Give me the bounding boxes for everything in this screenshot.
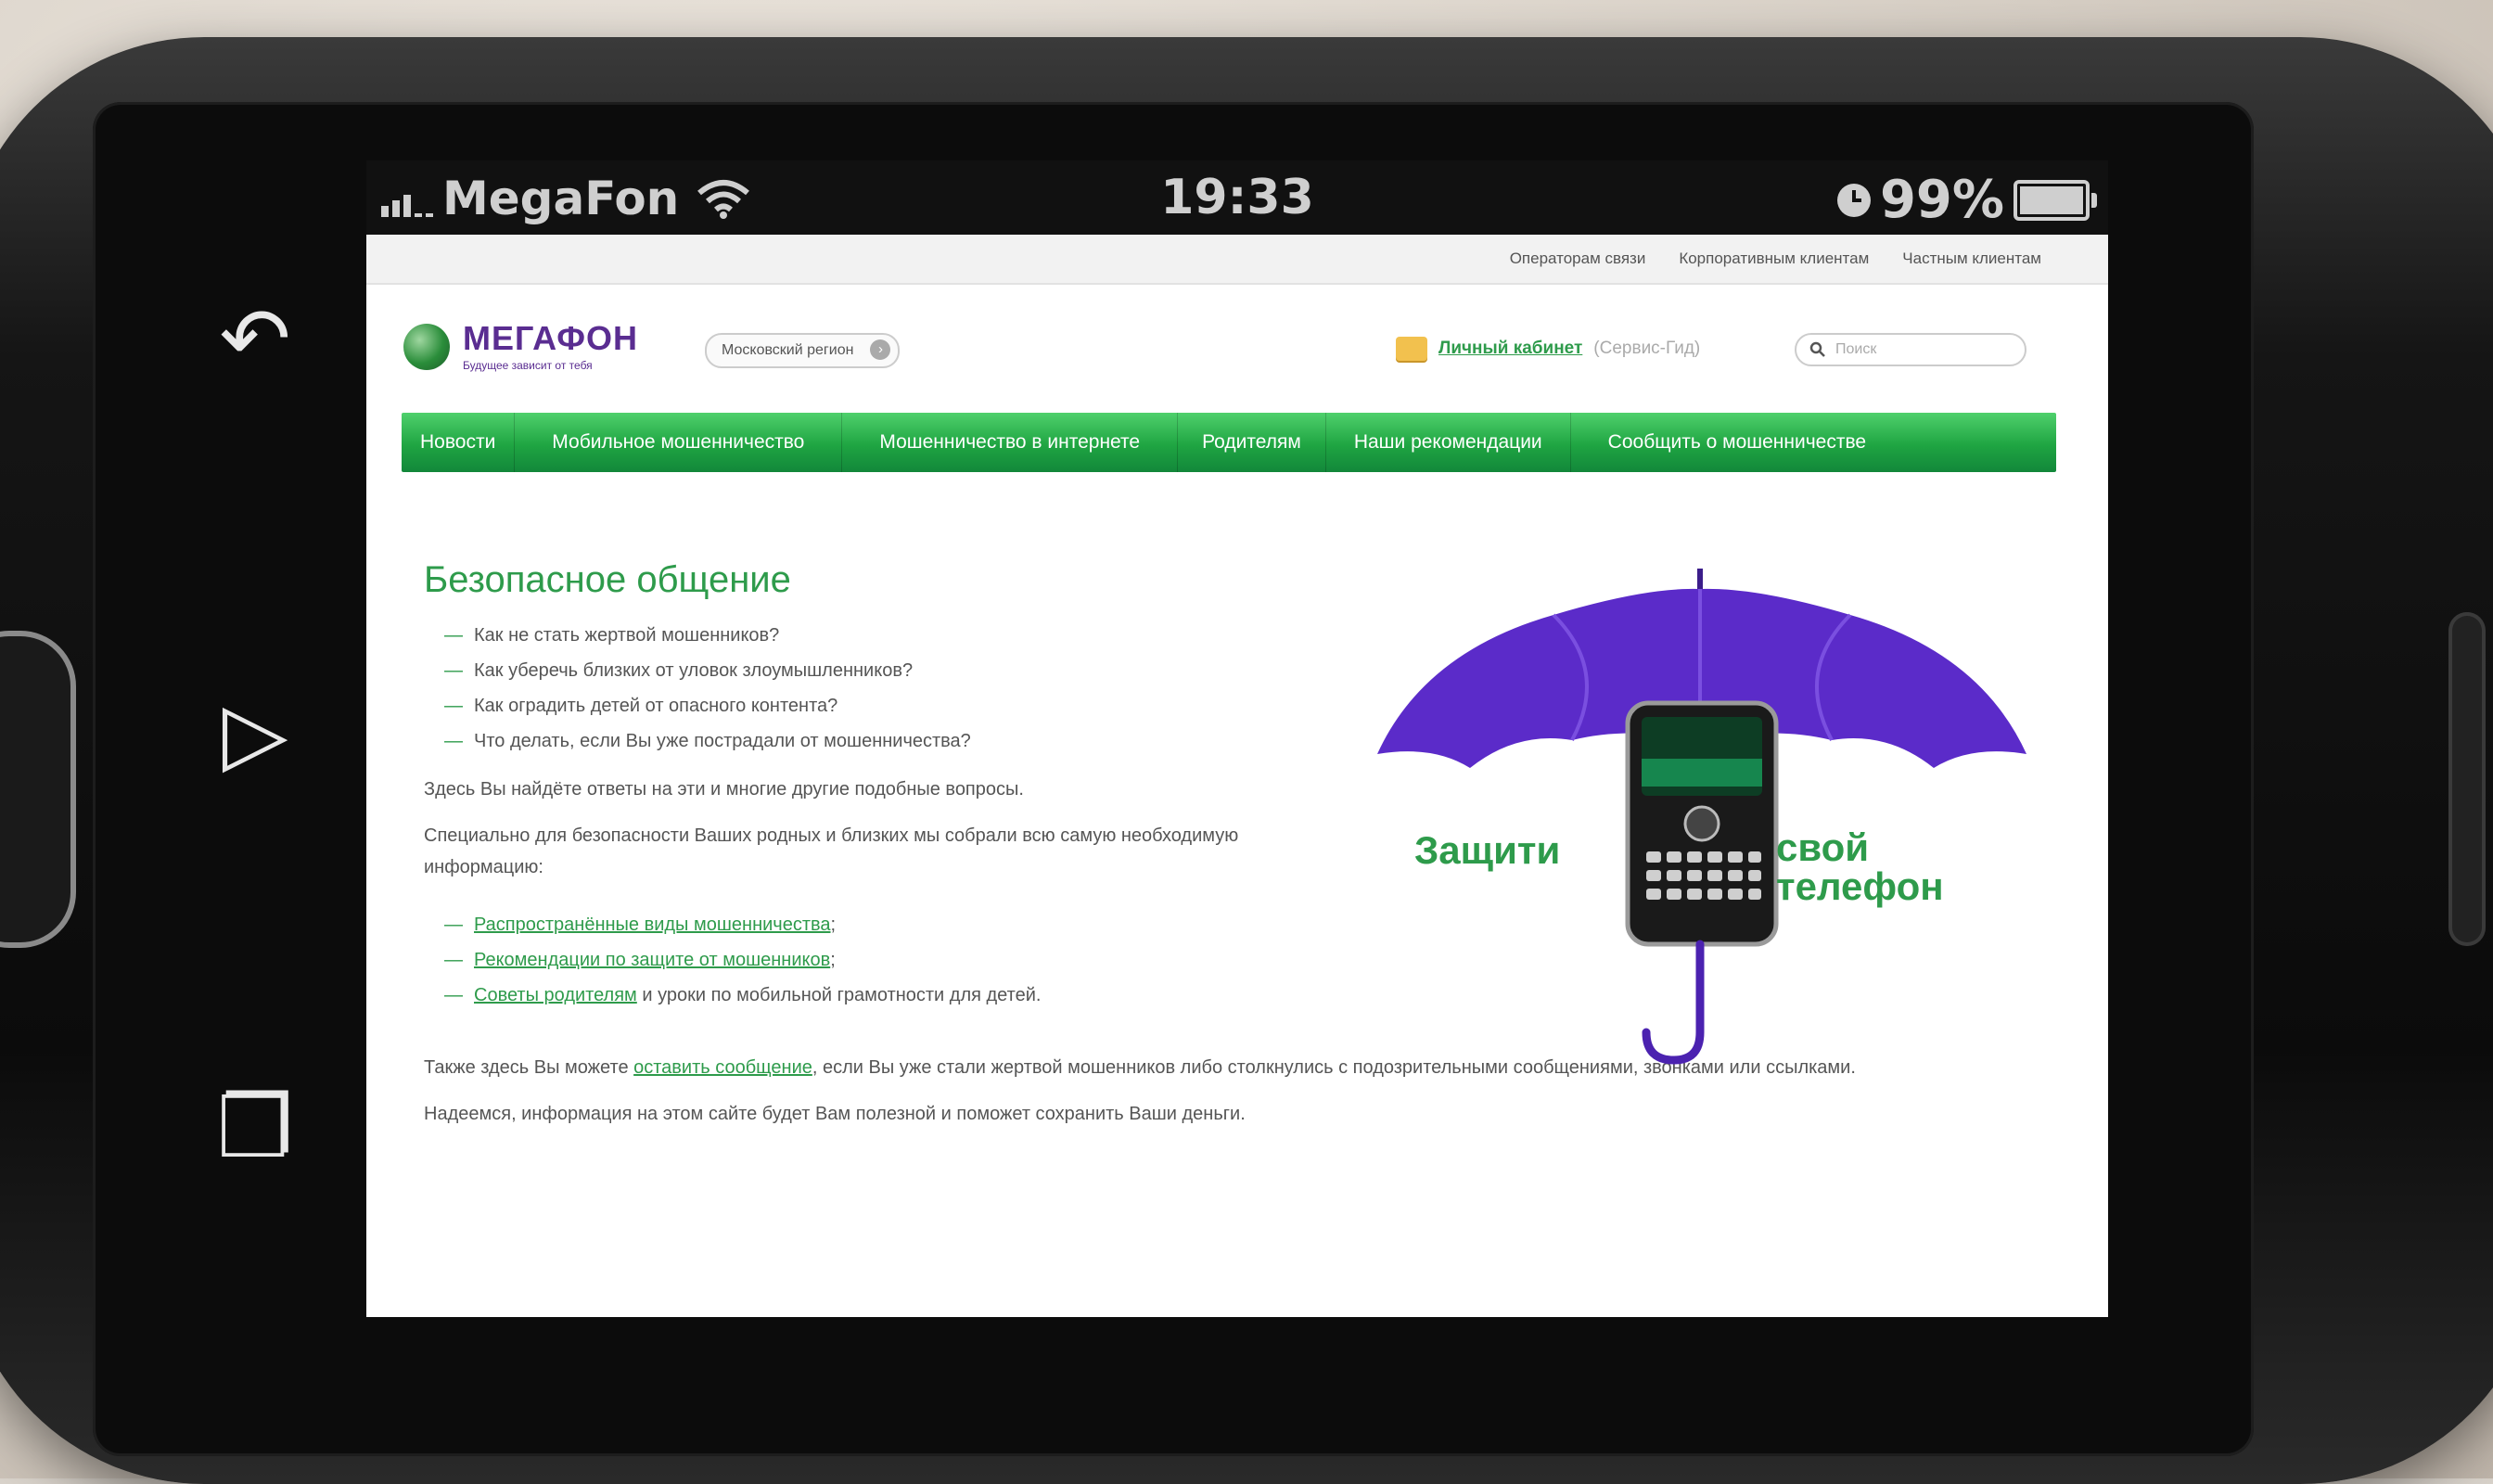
logo-text: МЕГАФОН (463, 319, 638, 357)
nav-news[interactable]: Новости (402, 413, 516, 472)
nav-internet-fraud[interactable]: Мошенничество в интернете (842, 413, 1179, 472)
phone-side-button (0, 631, 76, 948)
nav-recommendations[interactable]: Наши рекомендации (1326, 413, 1571, 472)
top-links-bar: Операторам связи Корпоративным клиентам … (366, 235, 2108, 285)
region-label: Московский регион (722, 342, 854, 358)
main-nav: Новости Мобильное мошенничество Мошеннич… (402, 413, 2056, 472)
service-guide-note: (Сервис-Гид) (1593, 339, 1701, 358)
promo-text-right-line2: телефон (1776, 864, 1944, 908)
top-link-corporate[interactable]: Корпоративным клиентам (1679, 249, 1869, 268)
cabinet-icon (1396, 337, 1427, 361)
closing-paragraph: Надеемся, информация на этом сайте будет… (424, 1104, 1246, 1124)
back-icon[interactable]: ↶ (199, 297, 311, 382)
nav-parents[interactable]: Родителям (1178, 413, 1326, 472)
link-fraud-types[interactable]: Распространённые виды мошенничества (474, 915, 831, 935)
phone-screen: MegaFon 19:33 99% Операторам связи Корпо… (366, 160, 2108, 1317)
personal-cabinet-link[interactable]: Личный кабинет (1438, 339, 1582, 359)
megafon-logo[interactable]: МЕГАФОН Будущее зависит от тебя (403, 322, 638, 372)
home-icon[interactable]: ▷ (199, 691, 311, 776)
info-paragraph: Специально для безопасности Ваших родных… (424, 825, 1239, 877)
top-link-private[interactable]: Частным клиентам (1902, 249, 2041, 268)
search-placeholder: Поиск (1835, 341, 1877, 357)
leave-message-link[interactable]: оставить сообщение (633, 1057, 812, 1078)
promo-banner[interactable]: Защити свой телефон (1368, 569, 2036, 1088)
region-arrow-icon: › (870, 339, 891, 360)
region-selector[interactable]: Московский регион › (705, 333, 901, 368)
logo-tagline: Будущее зависит от тебя (463, 359, 593, 372)
logo-icon (403, 324, 450, 370)
site-header: МЕГАФОН Будущее зависит от тебя Московск… (366, 285, 2108, 415)
search-icon (1809, 341, 1825, 357)
nav-mobile-fraud[interactable]: Мобильное мошенничество (515, 413, 843, 472)
link-protection-tips[interactable]: Рекомендации по защите от мошенников (474, 950, 830, 970)
top-link-operators[interactable]: Операторам связи (1510, 249, 1646, 268)
link-parents-advice[interactable]: Советы родителям (474, 985, 637, 1005)
search-input[interactable]: Поиск (1795, 333, 2026, 366)
promo-text-right-line1: свой (1776, 825, 1870, 869)
battery-percent: 99% (1879, 170, 2004, 230)
promo-text-right: свой телефон (1776, 828, 1944, 906)
promo-text-left: Защити (1414, 828, 1561, 872)
phone-side-slot (2448, 612, 2486, 946)
nav-report-fraud[interactable]: Сообщить о мошенничестве (1571, 413, 1903, 472)
alarm-icon (1836, 183, 1871, 217)
battery-icon (2014, 179, 2097, 221)
recent-apps-icon[interactable]: ❐ (199, 1085, 311, 1171)
status-bar: MegaFon 19:33 99% (366, 160, 2108, 235)
personal-cabinet: Личный кабинет (Сервис-Гид) (1396, 337, 1700, 361)
